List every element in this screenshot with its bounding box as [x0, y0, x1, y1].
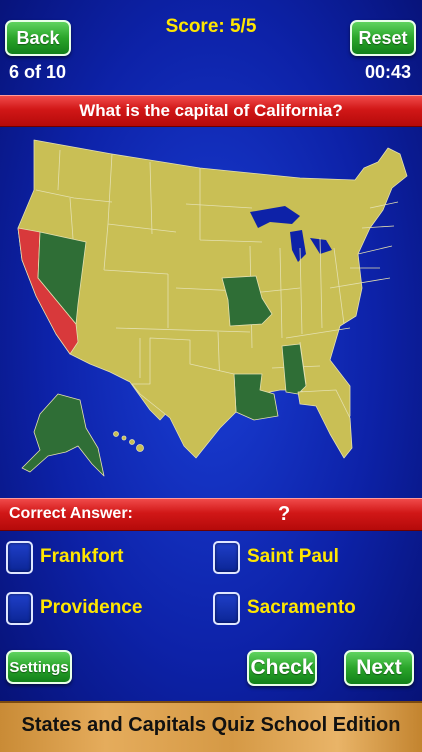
state-alaska	[21, 393, 105, 477]
reset-button[interactable]: Reset	[350, 20, 416, 56]
question-progress: 6 of 10	[9, 62, 67, 82]
footer-banner: States and Capitals Quiz School Edition	[0, 701, 422, 752]
choice-4-checkbox[interactable]	[213, 591, 240, 625]
choice-3-label: Providence	[40, 597, 143, 618]
question-text: What is the capital of California?	[79, 101, 343, 120]
app-title: States and Capitals Quiz School Edition	[21, 714, 401, 736]
settings-button[interactable]: Settings	[6, 650, 72, 684]
choice-2-label: Saint Paul	[247, 546, 339, 567]
choice-2-checkbox[interactable]	[213, 540, 240, 574]
correct-answer-value: ?	[278, 503, 291, 525]
question-bar: What is the capital of California?	[0, 95, 422, 127]
check-button[interactable]: Check	[247, 650, 317, 686]
choice-4[interactable]: Sacramento	[213, 589, 356, 627]
choice-1-checkbox[interactable]	[6, 540, 33, 574]
choice-3[interactable]: Providence	[6, 589, 142, 627]
correct-answer-label: Correct Answer:	[9, 505, 133, 522]
choice-1-label: Frankfort	[40, 546, 124, 567]
us-map	[17, 139, 408, 477]
choice-1[interactable]: Frankfort	[6, 538, 123, 576]
choice-4-label: Sacramento	[247, 597, 356, 618]
next-button[interactable]: Next	[344, 650, 414, 686]
choice-3-checkbox[interactable]	[6, 591, 33, 625]
state-hawaii	[113, 431, 144, 452]
correct-answer-bar: Correct Answer: ?	[0, 498, 422, 531]
choice-2[interactable]: Saint Paul	[213, 538, 339, 576]
timer: 00:43	[364, 62, 411, 82]
